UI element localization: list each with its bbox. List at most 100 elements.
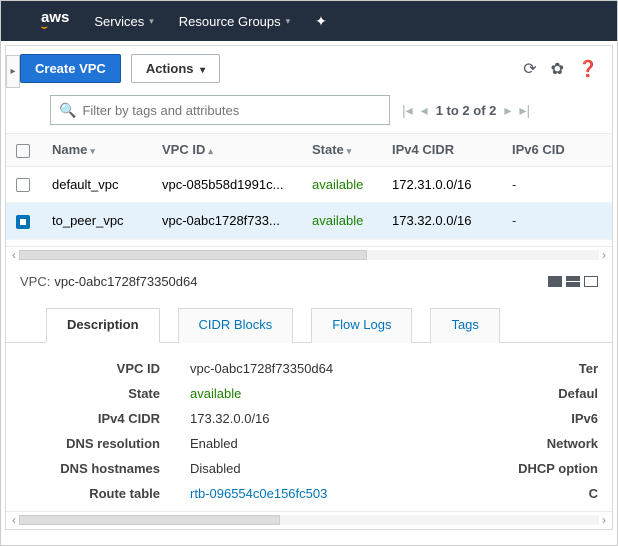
header-vpc-id[interactable]: VPC ID▴	[152, 134, 302, 167]
cell-ipv4: 172.31.0.0/16	[382, 166, 502, 203]
label-dns-host: DNS hostnames	[20, 461, 160, 476]
scroll-track[interactable]	[19, 515, 599, 525]
pager-first-icon[interactable]: |◂	[402, 102, 413, 119]
value-dns-host: Disabled	[190, 461, 333, 476]
header-ipv6[interactable]: IPv6 CID	[502, 134, 612, 167]
detail-title: vpc-0abc1728f73350d64	[54, 274, 197, 289]
detail-prefix: VPC:	[20, 274, 50, 289]
label-vpc-id: VPC ID	[20, 361, 160, 376]
header-name[interactable]: Name▾	[42, 134, 152, 167]
view-icons	[548, 276, 598, 287]
create-vpc-button[interactable]: Create VPC	[20, 54, 121, 83]
toolbar-right: ⟳ ✿ ❓	[523, 59, 598, 79]
cell-state: available	[302, 166, 382, 203]
cell-ipv4: 173.32.0.0/16	[382, 203, 502, 240]
filter-input-wrap[interactable]: 🔍	[50, 95, 390, 125]
nav-resource-groups[interactable]: Resource Groups ▾	[179, 14, 290, 29]
view-full-icon[interactable]	[548, 276, 562, 287]
label-tenancy: Ter	[518, 361, 598, 376]
aws-swoosh-icon: ⌣	[41, 23, 69, 33]
row-checkbox[interactable]	[16, 215, 30, 229]
view-split-icon[interactable]	[566, 276, 580, 287]
vpc-table: Name▾ VPC ID▴ State▾ IPv4 CIDR IPv6 CID …	[6, 133, 612, 240]
nav-resource-groups-label: Resource Groups	[179, 14, 281, 29]
pin-icon: ✦	[315, 13, 327, 30]
pager-label: 1 to 2 of 2	[436, 103, 497, 118]
scroll-thumb[interactable]	[19, 250, 367, 260]
tab-cidr-blocks[interactable]: CIDR Blocks	[178, 308, 294, 343]
detail-hscroll[interactable]: ‹ ›	[6, 511, 612, 529]
tab-flow-logs[interactable]: Flow Logs	[311, 308, 412, 343]
aws-logo: aws ⌣	[41, 10, 69, 33]
filter-input[interactable]	[82, 103, 381, 118]
caret-down-icon: ▾	[286, 16, 291, 27]
sort-up-icon: ▴	[208, 146, 213, 156]
cell-name: to_peer_vpc	[42, 203, 152, 240]
scroll-thumb[interactable]	[19, 515, 280, 525]
cell-state: available	[302, 203, 382, 240]
value-state: available	[190, 386, 333, 401]
view-bottom-icon[interactable]	[584, 276, 598, 287]
label-dhcp: DHCP option	[518, 461, 598, 476]
refresh-icon[interactable]: ⟳	[523, 59, 536, 79]
row-checkbox[interactable]	[16, 178, 30, 192]
top-nav: aws ⌣ Services ▾ Resource Groups ▾ ✦	[1, 1, 617, 41]
scroll-right-icon[interactable]: ›	[599, 513, 609, 527]
scroll-left-icon[interactable]: ‹	[9, 248, 19, 262]
caret-down-icon: ▾	[200, 65, 205, 76]
scroll-track[interactable]	[19, 250, 599, 260]
filter-row: 🔍 |◂ ◂ 1 to 2 of 2 ▸ ▸|	[6, 91, 612, 133]
detail-labels-right: Ter Defaul IPv6 Network DHCP option C	[518, 361, 598, 501]
label-ipv4: IPv4 CIDR	[20, 411, 160, 426]
actions-button[interactable]: Actions ▾	[131, 54, 220, 83]
tab-tags[interactable]: Tags	[430, 308, 499, 343]
label-state: State	[20, 386, 160, 401]
sort-icon: ▾	[90, 146, 95, 156]
label-ipv6: IPv6	[518, 411, 598, 426]
header-ipv4[interactable]: IPv4 CIDR	[382, 134, 502, 167]
scroll-left-icon[interactable]: ‹	[9, 513, 19, 527]
select-all-checkbox[interactable]	[16, 144, 30, 158]
actions-label: Actions	[146, 61, 194, 76]
nav-services-label: Services	[94, 14, 144, 29]
header-checkbox-cell	[6, 134, 42, 167]
header-state[interactable]: State▾	[302, 134, 382, 167]
label-network: Network	[518, 436, 598, 451]
table-hscroll[interactable]: ‹ ›	[6, 246, 612, 264]
value-dns-res: Enabled	[190, 436, 333, 451]
sort-icon: ▾	[347, 146, 352, 156]
label-route-table: Route table	[20, 486, 160, 501]
detail-labels-left: VPC ID State IPv4 CIDR DNS resolution DN…	[20, 361, 160, 501]
cell-name: default_vpc	[42, 166, 152, 203]
help-icon[interactable]: ❓	[578, 59, 598, 79]
search-icon: 🔍	[59, 102, 76, 119]
pager-prev-icon[interactable]: ◂	[421, 102, 428, 119]
cell-ipv6: -	[502, 203, 612, 240]
cell-vpc-id: vpc-0abc1728f733...	[152, 203, 302, 240]
nav-services[interactable]: Services ▾	[94, 14, 153, 29]
table-row[interactable]: to_peer_vpc vpc-0abc1728f733... availabl…	[6, 203, 612, 240]
detail-body: VPC ID State IPv4 CIDR DNS resolution DN…	[6, 343, 612, 511]
pager-next-icon[interactable]: ▸	[504, 102, 511, 119]
pager: |◂ ◂ 1 to 2 of 2 ▸ ▸|	[402, 102, 530, 119]
label-default: Defaul	[518, 386, 598, 401]
detail-tabs: Description CIDR Blocks Flow Logs Tags	[6, 299, 612, 343]
table-row[interactable]: default_vpc vpc-085b58d1991c... availabl…	[6, 166, 612, 203]
tab-description[interactable]: Description	[46, 308, 160, 343]
value-vpc-id: vpc-0abc1728f73350d64	[190, 361, 333, 376]
table-header-row: Name▾ VPC ID▴ State▾ IPv4 CIDR IPv6 CID	[6, 134, 612, 167]
label-c: C	[518, 486, 598, 501]
detail-header: VPC: vpc-0abc1728f73350d64	[6, 264, 612, 299]
cell-ipv6: -	[502, 166, 612, 203]
main-area: Create VPC Actions ▾ ⟳ ✿ ❓ 🔍 |◂ ◂ 1 to 2…	[5, 45, 613, 530]
toolbar: Create VPC Actions ▾ ⟳ ✿ ❓	[6, 46, 612, 91]
value-route-table-link[interactable]: rtb-096554c0e156fc503	[190, 486, 333, 501]
label-dns-res: DNS resolution	[20, 436, 160, 451]
nav-pin[interactable]: ✦	[315, 13, 327, 30]
gear-icon[interactable]: ✿	[551, 59, 564, 79]
sidebar-expand-handle[interactable]: ▸	[6, 55, 20, 88]
cell-vpc-id: vpc-085b58d1991c...	[152, 166, 302, 203]
pager-last-icon[interactable]: ▸|	[519, 102, 530, 119]
scroll-right-icon[interactable]: ›	[599, 248, 609, 262]
value-ipv4: 173.32.0.0/16	[190, 411, 333, 426]
